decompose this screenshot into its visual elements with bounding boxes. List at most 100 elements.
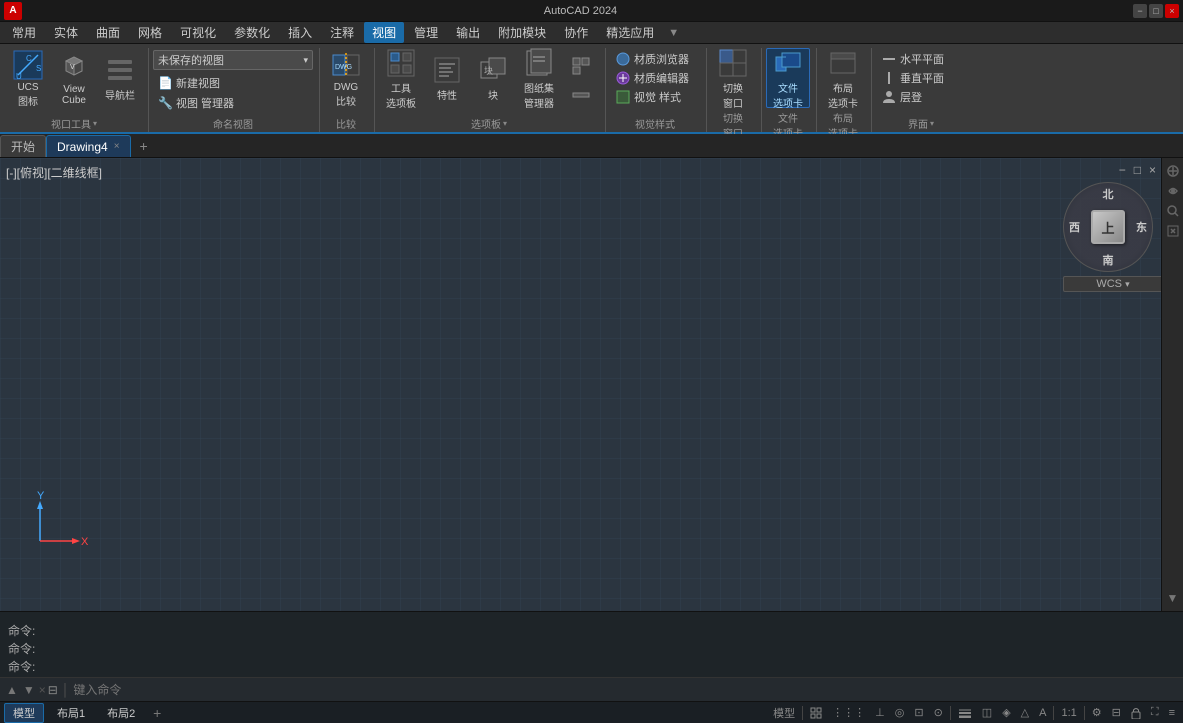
visual-style-icon [615,89,631,105]
vertical-plane-label: 垂直平面 [900,70,944,86]
viewport-maximize[interactable]: □ [1131,162,1144,178]
zoom-extents-button[interactable] [1164,222,1182,240]
maximize-button[interactable]: □ [1149,4,1163,18]
cmd-line-3: 命令: [8,658,1175,675]
command-input-field[interactable] [73,683,1179,697]
menu-overflow[interactable]: ▼ [668,27,679,39]
close-button[interactable]: × [1165,4,1179,18]
menu-item-addons[interactable]: 附加模块 [490,22,554,43]
status-menu-btn[interactable]: ≡ [1165,706,1179,720]
status-tpmode-btn[interactable]: ◫ [978,705,996,720]
cmd-line-2: 命令: [8,640,1175,657]
status-tab-layout2[interactable]: 布局2 [98,703,144,723]
named-view-dropdown[interactable]: 未保存的视图 ▾ [153,50,313,70]
compass-center[interactable]: 上 [1091,210,1125,244]
status-annscale-btn[interactable]: Α [1035,706,1050,720]
menu-item-visualize[interactable]: 可视化 [172,22,224,43]
sheet-set-button[interactable]: 图纸集管理器 [517,48,561,108]
nav-compass[interactable]: 北 南 东 西 上 [1063,182,1153,272]
properties-icon [431,54,463,86]
menu-item-manage[interactable]: 管理 [406,22,446,43]
status-osnap-btn[interactable]: ⊡ [910,705,927,720]
cmd-scroll-btns: ▲ ▼ [4,683,37,697]
status-model-btn[interactable]: 模型 [769,704,799,722]
tab-drawing4-close[interactable]: × [114,141,120,152]
status-qprops-btn[interactable]: ◈ [998,705,1014,720]
blocks-button[interactable]: 块 块 [471,48,515,108]
ucs-icon-button[interactable]: U C S UCS图标 [6,48,50,108]
menu-item-insert[interactable]: 插入 [280,22,320,43]
viewcube-button[interactable]: V ViewCube [52,48,96,108]
wcs-label[interactable]: WCS ▾ [1063,276,1163,292]
interface-content: 水平平面 垂直平面 层登 [876,48,966,114]
status-selection-btn[interactable]: △ [1017,705,1033,720]
menu-item-solid[interactable]: 实体 [46,22,86,43]
zoom-button[interactable] [1164,202,1182,220]
menu-item-parametric[interactable]: 参数化 [226,22,278,43]
tab-start[interactable]: 开始 [0,135,46,157]
status-fullscreen-btn[interactable]: ⛶ [1147,705,1163,720]
status-settings-btn[interactable]: ⚙ [1088,705,1106,720]
cmd-separator: × [39,683,46,697]
menu-item-collab[interactable]: 协作 [556,22,596,43]
tab-drawing4[interactable]: Drawing4 × [46,135,131,157]
status-lineweight-btn[interactable] [954,707,976,719]
cmd-scroll-down[interactable]: ▼ [21,683,37,697]
status-ortho-btn[interactable]: ⊥ [871,705,889,720]
menu-item-view[interactable]: 视图 [364,22,404,43]
file-tab-button[interactable]: 文件选项卡 [766,48,810,108]
material-editor-button[interactable]: 材质编辑器 [610,69,700,87]
switch-window-button[interactable]: 切换窗口 [711,48,755,108]
status-snap-btn[interactable]: ⋮⋮⋮ [828,705,869,720]
viewport-close[interactable]: × [1146,162,1159,178]
menu-item-annotate[interactable]: 注释 [322,22,362,43]
visual-style-button[interactable]: 视觉 样式 [610,88,700,106]
new-view-button[interactable]: 📄 新建视图 [153,74,243,92]
minimize-button[interactable]: − [1133,4,1147,18]
palette-extra2-button[interactable] [563,81,599,109]
status-workspace-btn[interactable]: ⊟ [1108,705,1125,720]
status-lock-btn[interactable] [1127,706,1145,720]
horizontal-plane-button[interactable]: 水平平面 [876,50,966,68]
orbit-button[interactable] [1164,182,1182,200]
status-dyn-btn[interactable]: ⊙ [930,705,947,720]
nav-bar-button[interactable]: 导航栏 [98,48,142,108]
viewport-canvas[interactable] [0,158,1183,611]
pan-button[interactable] [1164,162,1182,180]
new-layout-button[interactable]: + [148,704,166,722]
status-polar-btn[interactable]: ◎ [891,705,909,720]
layout-tab-icon [827,47,859,79]
tool-palettes-button[interactable]: 工具选项板 [379,48,423,108]
material-browser-button[interactable]: 材质浏览器 [610,50,700,68]
new-tab-button[interactable]: + [133,135,155,157]
title-bar: A AutoCAD 2024 − □ × [0,0,1183,22]
status-tab-layout1[interactable]: 布局1 [48,703,94,723]
palettes-expand[interactable]: ▾ [503,119,507,128]
named-views-label: 命名视图 [153,114,313,132]
layout-tab-content: 布局选项卡 [821,48,865,108]
status-tab-model[interactable]: 模型 [4,703,44,723]
menu-item-featured[interactable]: 精选应用 [598,22,662,43]
scroll-down-button[interactable]: ▼ [1164,589,1182,607]
properties-button[interactable]: 特性 [425,48,469,108]
login-button[interactable]: 层登 [876,88,966,106]
viewport-tools-expand[interactable]: ▾ [93,119,97,128]
menu-item-mesh[interactable]: 网格 [130,22,170,43]
menu-item-surface[interactable]: 曲面 [88,22,128,43]
status-scale-value[interactable]: 1:1 [1057,706,1080,720]
svg-text:块: 块 [484,65,493,76]
layout-tab-button[interactable]: 布局选项卡 [821,48,865,108]
menu-item-output[interactable]: 输出 [448,22,488,43]
visual-style-label: 视觉 样式 [634,89,681,105]
group-viewport-tools: U C S UCS图标 [4,48,149,132]
palette-extra1-button[interactable] [563,52,599,80]
vertical-plane-button[interactable]: 垂直平面 [876,69,966,87]
cmd-scroll-up[interactable]: ▲ [4,683,20,697]
view-manager-button[interactable]: 🔧 视图 管理器 [153,94,243,112]
dwg-compare-button[interactable]: DWG DWG比较 [324,48,368,108]
status-grid-btn[interactable] [806,706,826,720]
viewport-minimize[interactable]: − [1116,162,1129,178]
group-compare: DWG DWG比较 比较 [322,48,375,132]
interface-expand[interactable]: ▾ [930,119,934,128]
menu-item-common[interactable]: 常用 [4,22,44,43]
